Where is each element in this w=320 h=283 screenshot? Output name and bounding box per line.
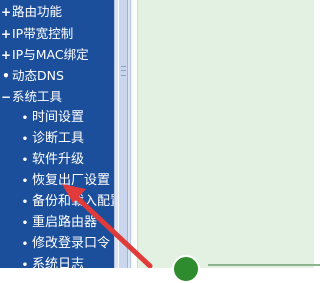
nav-item-ddns[interactable]: • 动态DNS [0, 66, 64, 86]
bullet-icon: • [2, 69, 10, 83]
nav-item-system-tools[interactable]: −系统工具 [0, 87, 62, 107]
bullet-icon: • [21, 197, 29, 208]
nav-item-label: 备份和载入配置 [32, 194, 114, 209]
plus-icon: + [0, 5, 12, 19]
nav-item-label: 动态DNS [12, 68, 64, 83]
minus-icon: − [0, 90, 12, 104]
scrollbar-thumb[interactable] [118, 0, 128, 268]
nav-item-label: 重启路由器 [32, 215, 98, 230]
bullet-icon: • [21, 113, 29, 124]
nav-item-label: 时间设置 [32, 110, 85, 125]
nav-item-factory-reset[interactable]: • 恢复出厂设置 [18, 171, 110, 191]
nav-item-system-log[interactable]: • 系统日志 [18, 255, 84, 268]
bullet-icon: • [21, 155, 29, 166]
nav-item-reboot[interactable]: • 重启路由器 [18, 213, 97, 233]
nav-item-label: 系统日志 [32, 257, 85, 268]
content-panel [137, 0, 320, 283]
nav-item-change-password[interactable]: • 修改登录口令 [18, 234, 110, 254]
nav-item-label: IP带宽控制 [12, 26, 74, 41]
content-area [131, 0, 320, 283]
bullet-icon: • [21, 176, 29, 187]
sidebar-nav: +路由功能 +IP带宽控制 +IP与MAC绑定 • 动态DNS −系统工具 • 时间… [0, 0, 114, 268]
nav-item-label: IP与MAC绑定 [12, 47, 89, 62]
bullet-icon: • [21, 218, 29, 229]
nav-item-firmware-upgrade[interactable]: • 软件升级 [18, 150, 84, 170]
plus-icon: + [0, 48, 12, 62]
bullet-icon: • [21, 134, 29, 145]
nav-item-label: 软件升级 [32, 152, 85, 167]
nav-item-label: 恢复出厂设置 [32, 173, 111, 188]
bullet-icon: • [21, 260, 29, 268]
nav-item-label: 路由功能 [12, 4, 63, 19]
nav-item-label: 修改登录口令 [32, 236, 111, 251]
scrollbar-grip-icon [121, 66, 126, 76]
vertical-scrollbar[interactable] [114, 0, 131, 268]
nav-item-ip-bandwidth[interactable]: +IP带宽控制 [0, 24, 73, 44]
nav-item-label: 系统工具 [12, 89, 63, 104]
nav-item-ip-mac-binding[interactable]: +IP与MAC绑定 [0, 45, 89, 65]
divider-line [208, 264, 320, 266]
plus-icon: + [0, 27, 12, 41]
circle-icon [172, 255, 200, 283]
bullet-icon: • [21, 239, 29, 250]
nav-item-routing[interactable]: +路由功能 [0, 2, 62, 22]
nav-item-diagnostics[interactable]: • 诊断工具 [18, 129, 84, 149]
nav-item-label: 诊断工具 [32, 131, 85, 146]
nav-item-time-settings[interactable]: • 时间设置 [18, 108, 84, 128]
nav-item-backup-restore[interactable]: • 备份和载入配置 [18, 192, 114, 212]
